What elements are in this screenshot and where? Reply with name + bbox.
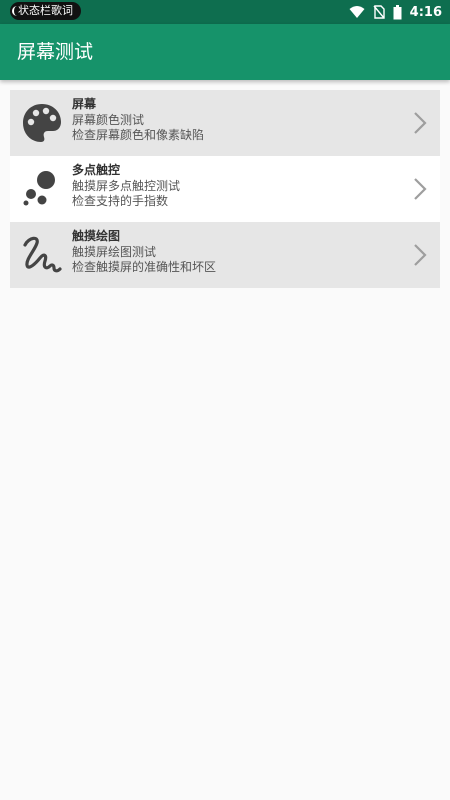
list-item-subtitle: 触摸屏多点触控测试	[72, 179, 181, 193]
list-item-multitouch[interactable]: 多点触控 触摸屏多点触控测试 检查支持的手指数	[10, 156, 440, 222]
gesture-icon	[23, 236, 62, 273]
wifi-icon	[349, 6, 365, 18]
list-item-title: 屏幕	[72, 97, 97, 111]
page-title: 屏幕测试	[17, 41, 94, 63]
list-item-description: 检查触摸屏的准确性和坏区	[72, 260, 217, 274]
chevron-right-icon	[414, 244, 427, 266]
multi-touch-icon	[23, 171, 55, 206]
chevron-right-icon	[414, 112, 427, 134]
status-bar-time: 4:16	[409, 4, 442, 20]
list-item-subtitle: 屏幕颜色测试	[72, 113, 145, 127]
status-bar-lyrics-badge[interactable]: 状态栏歌词	[10, 2, 81, 20]
battery-icon	[393, 4, 402, 19]
list-item-subtitle: 触摸屏绘图测试	[72, 245, 157, 259]
list-item-title: 触摸绘图	[72, 229, 121, 243]
list-item-screen[interactable]: 屏幕 屏幕颜色测试 检查屏幕颜色和像素缺陷	[10, 90, 440, 156]
status-bar-indicators: 4:16	[349, 0, 442, 24]
list-item-title: 多点触控	[72, 163, 121, 177]
app-bar: 屏幕测试	[0, 24, 450, 80]
palette-icon	[23, 104, 61, 142]
no-sim-icon	[373, 5, 385, 19]
test-list: 屏幕 屏幕颜色测试 检查屏幕颜色和像素缺陷 多点触控 触摸屏多点触控测试 检查支…	[10, 90, 440, 288]
list-item-description: 检查屏幕颜色和像素缺陷	[72, 128, 205, 142]
status-bar: 状态栏歌词 4:16	[0, 0, 450, 24]
list-item-drawing[interactable]: 触摸绘图 触摸屏绘图测试 检查触摸屏的准确性和坏区	[10, 222, 440, 288]
list-item-description: 检查支持的手指数	[72, 194, 169, 208]
chevron-right-icon	[414, 178, 427, 200]
